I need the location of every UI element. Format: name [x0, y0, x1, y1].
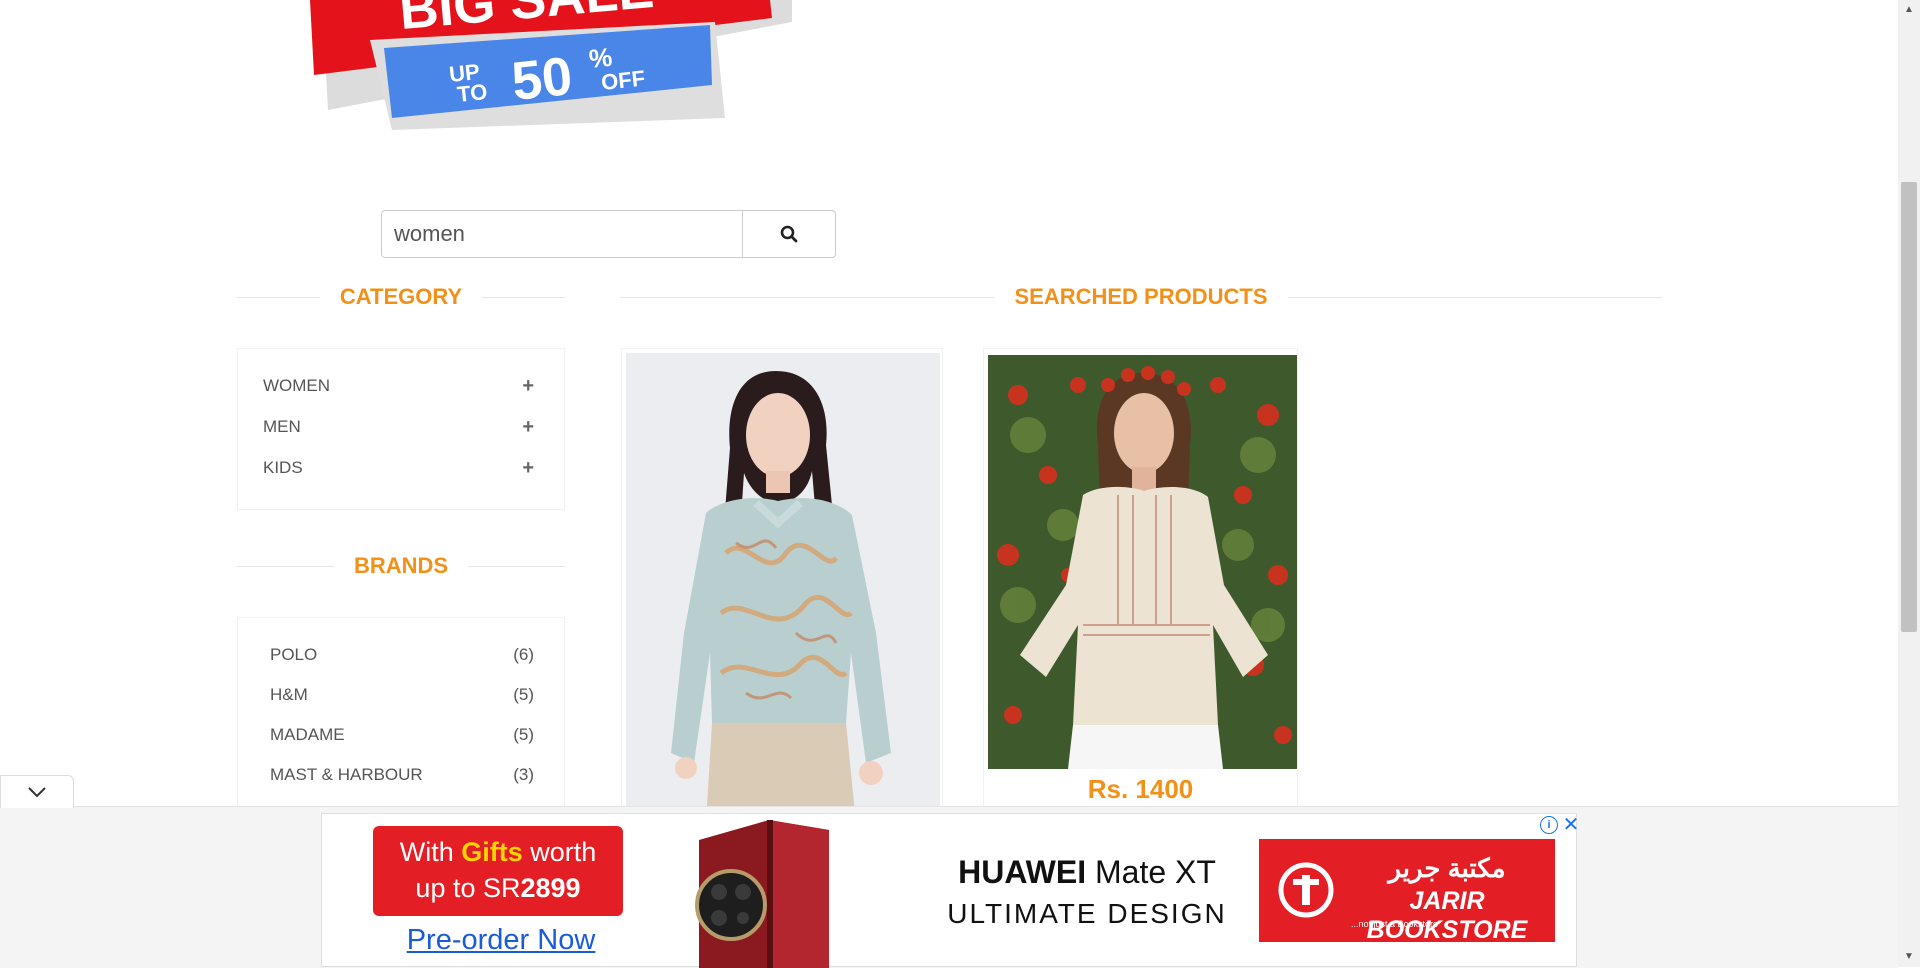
scrollbar-thumb[interactable] [1901, 182, 1917, 632]
scroll-up-arrow-icon[interactable]: ▲ [1903, 4, 1915, 15]
ad-headline: HUAWEI Mate XT [958, 854, 1216, 890]
pre-order-link[interactable]: Pre-order Now [391, 924, 611, 957]
brands-panel: POLO (6) H&M (5) MADAME (5) MAST & HARBO… [237, 617, 565, 817]
brand-item-mast-harbour[interactable]: MAST & HARBOUR (3) [270, 761, 534, 789]
plus-icon[interactable]: + [522, 417, 534, 437]
info-icon[interactable]: i [1540, 816, 1558, 834]
close-icon[interactable]: ✕ [1562, 814, 1580, 836]
ad-banner[interactable]: With Gifts worth up to SR2899 Pre-order … [321, 813, 1580, 968]
svg-text:TO: TO [456, 79, 489, 107]
big-sale-banner: BIG SALE UP TO 50 % OFF [300, 0, 800, 135]
woman-lace-top-photo[interactable] [988, 355, 1298, 769]
woman-floral-blouse-photo[interactable] [626, 353, 940, 818]
category-title: CATEGORY [237, 282, 566, 312]
search-icon [780, 225, 798, 243]
phone-image [695, 820, 829, 968]
category-item-women[interactable]: WOMEN + [263, 372, 534, 400]
brand-item-madame[interactable]: MADAME (5) [270, 721, 534, 749]
chevron-down-icon [28, 787, 46, 798]
jarir-emblem-icon [1278, 862, 1334, 918]
jarir-logo[interactable]: مكتبة جرير JARIR BOOKSTORE ...not just a… [1259, 839, 1555, 944]
svg-text:OFF: OFF [600, 66, 646, 95]
brand-item-hm[interactable]: H&M (5) [270, 681, 534, 709]
plus-icon[interactable]: + [522, 376, 534, 396]
category-item-kids[interactable]: KIDS + [263, 454, 534, 482]
search-button[interactable] [742, 210, 836, 258]
product-card[interactable] [621, 348, 943, 818]
collapse-ad-button[interactable] [0, 775, 74, 808]
product-card[interactable]: Rs. 1400 [983, 348, 1298, 818]
brand-item-polo[interactable]: POLO (6) [270, 641, 534, 669]
product-price: Rs. 1400 [1087, 774, 1194, 804]
searched-products-title: SEARCHED PRODUCTS [620, 282, 1662, 312]
category-panel: WOMEN + MEN + KIDS + [237, 348, 565, 510]
ad-gift-box[interactable]: With Gifts worth up to SR2899 [373, 826, 623, 916]
svg-text:50: 50 [509, 46, 575, 112]
plus-icon[interactable]: + [522, 458, 534, 478]
category-item-men[interactable]: MEN + [263, 413, 534, 441]
search-input[interactable]: women [381, 210, 743, 258]
scroll-down-arrow-icon[interactable]: ▼ [1903, 951, 1915, 962]
ad-tagline: ULTIMATE DESIGN [947, 898, 1227, 929]
brands-title: BRANDS [237, 551, 565, 581]
